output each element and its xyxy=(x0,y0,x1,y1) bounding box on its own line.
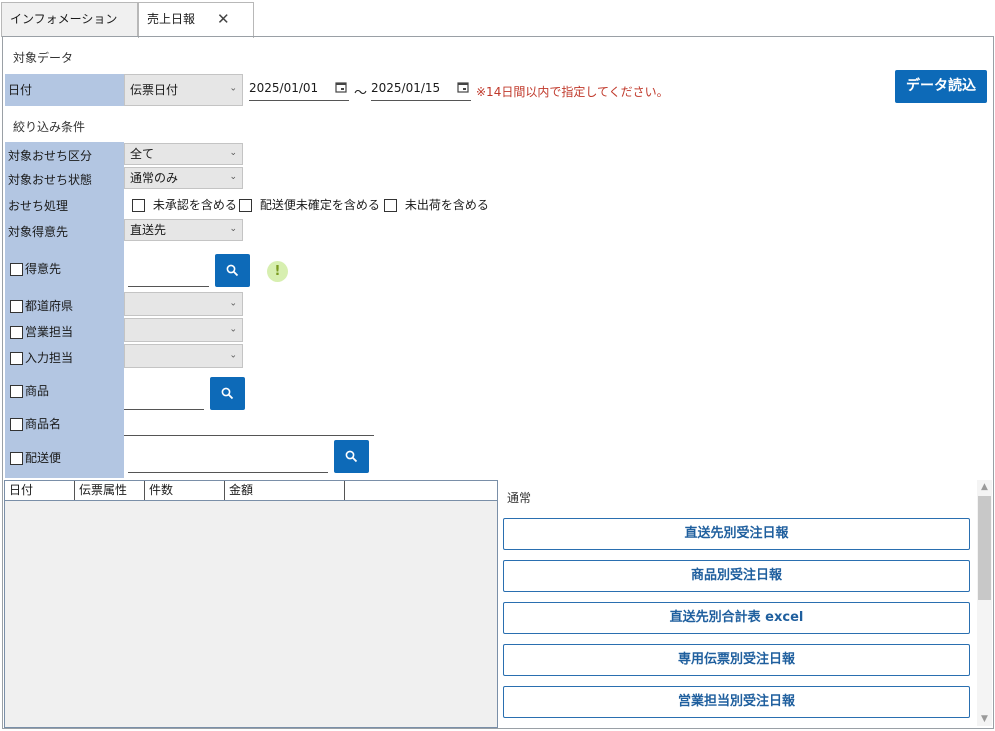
tab-sales-daily-label: 売上日報 xyxy=(147,12,196,26)
prefecture-select[interactable]: ⌄ xyxy=(124,292,243,316)
checkbox-box[interactable] xyxy=(239,199,252,212)
date-to-value: 2025/01/15 xyxy=(371,81,441,95)
chevron-down-icon: ⌄ xyxy=(229,172,237,182)
date-range-notice: ※14日間以内で指定してください。 xyxy=(476,85,669,99)
tab-sales-daily[interactable]: 売上日報 ✕ xyxy=(138,2,254,38)
column-header-blank[interactable] xyxy=(345,481,497,500)
customer-input[interactable] xyxy=(128,263,209,287)
input-rep-checkbox[interactable]: 入力担当 xyxy=(10,349,73,366)
product-name-checkbox[interactable]: 商品名 xyxy=(10,415,61,432)
osechi-status-select[interactable]: 通常のみ ⌄ xyxy=(124,167,243,189)
include-unshipped-label: 未出荷を含める xyxy=(404,198,489,212)
tab-information-label: インフォメーション xyxy=(10,12,118,26)
checkbox-box[interactable] xyxy=(10,263,23,276)
prefecture-checkbox[interactable]: 都道府県 xyxy=(10,297,73,314)
customer-target-select[interactable]: 直送先 ⌄ xyxy=(124,219,243,241)
product-input[interactable] xyxy=(124,386,204,410)
chevron-down-icon: ⌄ xyxy=(229,224,237,234)
product-name-label: 商品名 xyxy=(25,417,62,431)
checkbox-box[interactable] xyxy=(10,452,23,465)
column-header-count[interactable]: 件数 xyxy=(145,481,225,500)
report-button-direct-destination[interactable]: 直送先別受注日報 xyxy=(503,518,970,550)
checkbox-box[interactable] xyxy=(10,418,23,431)
delivery-search-button[interactable] xyxy=(334,440,369,473)
customer-checkbox[interactable]: 得意先 xyxy=(10,260,61,277)
section-filter: 絞り込み条件 xyxy=(13,120,86,134)
vertical-scrollbar[interactable]: ▲ ▼ xyxy=(977,480,992,726)
date-from-value: 2025/01/01 xyxy=(249,81,319,95)
report-button-direct-total-excel[interactable]: 直送先別合計表 excel xyxy=(503,602,970,634)
input-rep-label: 入力担当 xyxy=(25,351,74,365)
chevron-down-icon: ⌄ xyxy=(229,298,237,309)
delivery-input[interactable] xyxy=(128,449,328,473)
date-from-field[interactable]: 2025/01/01 xyxy=(249,81,349,101)
date-range-separator: 〜 xyxy=(354,86,368,101)
chevron-down-icon: ⌄ xyxy=(229,324,237,335)
scroll-up-arrow-icon[interactable]: ▲ xyxy=(977,480,992,494)
date-to-field[interactable]: 2025/01/15 xyxy=(371,81,471,101)
osechi-category-value: 全て xyxy=(130,147,155,161)
include-unapproved-label: 未承認を含める xyxy=(152,198,237,212)
column-header-date[interactable]: 日付 xyxy=(5,481,75,500)
scroll-down-arrow-icon[interactable]: ▼ xyxy=(977,712,992,726)
report-button-by-sales-rep[interactable]: 営業担当別受注日報 xyxy=(503,686,970,718)
product-label: 商品 xyxy=(25,384,50,398)
customer-search-button[interactable] xyxy=(215,254,250,287)
checkbox-box[interactable] xyxy=(10,352,23,365)
delivery-label: 配送便 xyxy=(25,451,62,465)
checkbox-box[interactable] xyxy=(384,199,397,212)
chevron-down-icon: ⌄ xyxy=(229,148,237,158)
customer-label: 得意先 xyxy=(25,262,62,276)
checkbox-box[interactable] xyxy=(10,385,23,398)
osechi-category-select[interactable]: 全て ⌄ xyxy=(124,143,243,165)
tab-strip: インフォメーション 売上日報 ✕ xyxy=(0,0,995,38)
scroll-thumb[interactable] xyxy=(978,496,991,600)
tab-information[interactable]: インフォメーション xyxy=(1,2,138,37)
report-button-dedicated-slip[interactable]: 専用伝票別受注日報 xyxy=(503,644,970,676)
section-target-data: 対象データ xyxy=(13,51,74,65)
delivery-checkbox[interactable]: 配送便 xyxy=(10,449,61,466)
sales-rep-label: 営業担当 xyxy=(25,325,74,339)
warning-icon: ! xyxy=(267,261,288,282)
include-undetermined-delivery-checkbox[interactable]: 配送便未確定を含める xyxy=(239,196,380,213)
grid-header: 日付 伝票属性 件数 金額 xyxy=(5,481,497,501)
calendar-icon[interactable] xyxy=(457,81,469,96)
customer-target-value: 直送先 xyxy=(130,223,167,237)
include-unapproved-checkbox[interactable]: 未承認を含める xyxy=(132,196,237,213)
checkbox-box[interactable] xyxy=(10,326,23,339)
checkbox-box[interactable] xyxy=(10,300,23,313)
prefecture-label: 都道府県 xyxy=(25,299,74,313)
calendar-icon[interactable] xyxy=(335,81,347,96)
summary-grid[interactable]: 日付 伝票属性 件数 金額 xyxy=(4,480,498,728)
osechi-category-label: 対象おせち区分 xyxy=(8,149,93,163)
input-rep-select[interactable]: ⌄ xyxy=(124,344,243,368)
column-header-amount[interactable]: 金額 xyxy=(225,481,345,500)
product-search-button[interactable] xyxy=(210,377,245,410)
chevron-down-icon: ⌄ xyxy=(229,350,237,361)
product-name-input[interactable] xyxy=(124,412,374,436)
osechi-process-label: おせち処理 xyxy=(8,199,69,213)
load-data-button[interactable]: データ読込 xyxy=(895,70,987,103)
search-icon xyxy=(226,264,239,277)
checkbox-box[interactable] xyxy=(132,199,145,212)
sales-rep-checkbox[interactable]: 営業担当 xyxy=(10,323,73,340)
date-label: 日付 xyxy=(5,74,124,106)
customer-target-label: 対象得意先 xyxy=(8,225,69,239)
product-checkbox[interactable]: 商品 xyxy=(10,382,49,399)
report-button-by-product[interactable]: 商品別受注日報 xyxy=(503,560,970,592)
chevron-down-icon: ⌄ xyxy=(229,83,237,94)
column-header-slip-type[interactable]: 伝票属性 xyxy=(75,481,145,500)
search-icon xyxy=(345,450,358,463)
sales-rep-select[interactable]: ⌄ xyxy=(124,318,243,342)
include-undetermined-delivery-label: 配送便未確定を含める xyxy=(259,198,380,212)
osechi-status-value: 通常のみ xyxy=(130,171,179,185)
osechi-status-label: 対象おせち状態 xyxy=(8,173,93,187)
close-icon[interactable]: ✕ xyxy=(217,3,230,36)
date-type-select[interactable]: 伝票日付 ⌄ xyxy=(124,74,243,106)
report-group-label: 通常 xyxy=(507,491,532,505)
search-icon xyxy=(221,387,234,400)
include-unshipped-checkbox[interactable]: 未出荷を含める xyxy=(384,196,489,213)
date-type-value: 伝票日付 xyxy=(130,83,179,97)
